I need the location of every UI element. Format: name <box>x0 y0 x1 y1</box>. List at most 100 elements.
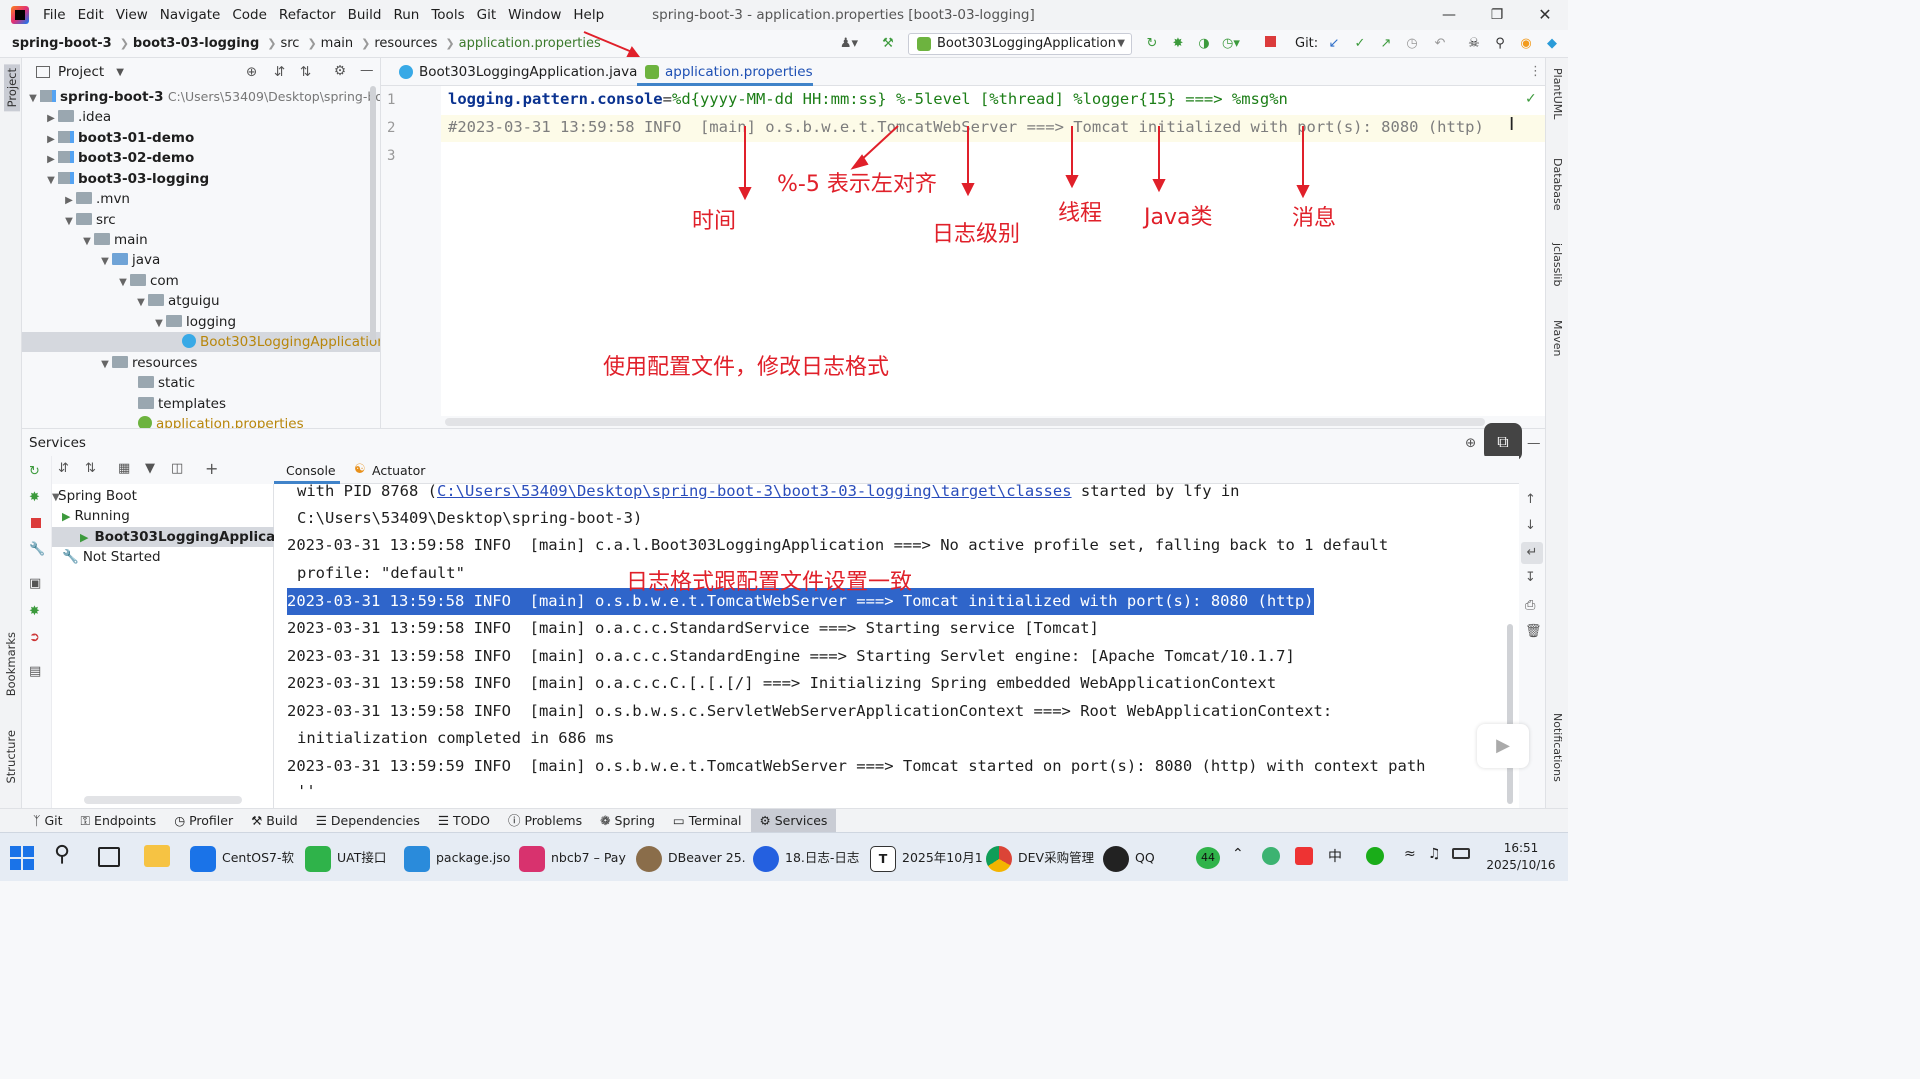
project-view-select[interactable]: Project <box>58 64 104 80</box>
notification-badge[interactable]: 44 <box>1196 847 1220 869</box>
tool-tab-endpoints[interactable]: ⚿ Endpoints <box>72 809 166 833</box>
menu-tools[interactable]: Tools <box>425 0 470 30</box>
debug-attach-icon[interactable]: ✸ <box>29 604 40 619</box>
tree-node-static[interactable]: static <box>22 373 380 393</box>
start-icon[interactable] <box>10 846 34 870</box>
play-video-icon[interactable]: ▶ <box>1477 724 1529 768</box>
new-tab-icon[interactable]: ◫ <box>171 461 183 476</box>
service-node-spring-boot[interactable]: ▼Spring Boot <box>52 486 137 506</box>
git-history-icon[interactable]: ◷ <box>1404 36 1420 52</box>
tab-console[interactable]: Console <box>286 463 336 478</box>
services-hscrollbar[interactable] <box>84 796 242 804</box>
locate-icon[interactable]: ⊕ <box>246 64 257 80</box>
add-icon[interactable]: + <box>205 459 218 478</box>
user-profile-icon[interactable]: ♟▾ <box>838 36 860 52</box>
classes-path-link[interactable]: C:\Users\53409\Desktop\spring-boot-3\boo… <box>437 484 1072 500</box>
service-node-app[interactable]: ▶ Boot303LoggingApplication <box>52 527 305 547</box>
menu-run[interactable]: Run <box>387 0 425 30</box>
breadcrumb-module[interactable]: boot3-03-logging <box>133 36 263 51</box>
exit-icon[interactable]: ➲ <box>29 630 40 645</box>
search-icon[interactable]: ⚲ <box>1492 36 1508 52</box>
breadcrumb-main[interactable]: main <box>321 36 357 51</box>
translate-icon[interactable]: ☠ <box>1466 36 1482 52</box>
tree-node-root[interactable]: ▼ spring-boot-3 C:\Users\53409\Desktop\sp… <box>22 87 380 107</box>
hide-icon[interactable]: — <box>360 62 374 78</box>
layout-icon[interactable]: ▤ <box>29 664 41 679</box>
wechat-icon[interactable] <box>1366 847 1384 865</box>
collapse-all-icon[interactable]: ⇅ <box>85 461 96 476</box>
console-output[interactable]: with PID 8768 (C:\Users\53409\Desktop\sp… <box>274 484 1519 808</box>
tab-main-class[interactable]: Boot303LoggingApplication.java ✕ <box>391 58 637 107</box>
chevron-up-icon[interactable]: ⌃ <box>1232 846 1244 862</box>
intellij-logo-icon[interactable] <box>11 6 29 24</box>
add-service-icon[interactable]: ⊕ <box>1465 429 1476 457</box>
database-tool-tab[interactable]: Database <box>1551 158 1564 211</box>
tree-node-idea[interactable]: ▶ .idea <box>22 107 380 127</box>
menu-window[interactable]: Window <box>502 0 567 30</box>
taskbar-app-qq[interactable]: QQ <box>1103 843 1155 873</box>
chevron-down-icon[interactable]: ▼ <box>116 67 124 78</box>
tray-app-icon[interactable] <box>1262 847 1280 865</box>
run-config-select[interactable]: Boot303LoggingApplication ▼ <box>908 33 1132 55</box>
bookmarks-tool-tab[interactable]: Bookmarks <box>4 632 18 696</box>
gear-icon[interactable]: ⚙ <box>334 63 346 79</box>
taskbar-app-browser[interactable]: 18.日志-日志 <box>753 843 859 873</box>
taskbar-app-chrome[interactable]: DEV采购管理 <box>986 843 1094 873</box>
tool-tab-services[interactable]: ⚙ Services <box>750 808 837 833</box>
tool-tab-build[interactable]: ⚒ Build <box>242 809 307 833</box>
wrench-icon[interactable]: 🔧 <box>29 542 45 557</box>
more-tabs-icon[interactable]: ⋮ <box>1529 64 1542 79</box>
wifi-icon[interactable]: ≈ <box>1404 846 1416 862</box>
service-node-not-started[interactable]: 🔧 Not Started <box>62 547 161 567</box>
taskbar-app-uat[interactable]: UAT接口 <box>305 843 386 873</box>
tree-node-demo2[interactable]: ▶ boot3-02-demo <box>22 148 380 168</box>
debug-icon[interactable]: ✸ <box>29 490 40 505</box>
search-icon[interactable]: ⚲ <box>54 842 70 867</box>
stop-icon[interactable] <box>31 518 41 528</box>
rerun-icon[interactable]: ↻ <box>29 464 40 479</box>
tab-properties[interactable]: application.properties ✕ <box>637 58 813 107</box>
menu-view[interactable]: View <box>110 0 154 30</box>
volume-icon[interactable]: ♫ <box>1428 846 1441 862</box>
console-scrollbar[interactable] <box>1507 624 1513 804</box>
trash-icon[interactable]: 🗑 <box>1525 624 1542 639</box>
tree-node-mvn[interactable]: ▶ .mvn <box>22 189 380 209</box>
plugin-icon[interactable]: ◆ <box>1544 36 1560 52</box>
soft-wrap-icon[interactable]: ↵ <box>1521 542 1543 564</box>
expand-all-icon[interactable]: ⇵ <box>274 64 285 80</box>
tool-tab-profiler[interactable]: ◷ Profiler <box>165 809 242 833</box>
restore-icon[interactable]: ❐ <box>1474 0 1520 30</box>
git-commit-icon[interactable]: ✓ <box>1352 36 1368 52</box>
collapse-all-icon[interactable]: ⇅ <box>300 64 311 80</box>
taskbar-app-centos[interactable]: CentOS7-软 <box>190 843 294 873</box>
menu-file[interactable]: File <box>37 0 72 30</box>
tool-tab-git[interactable]: ᛉ Git <box>24 809 72 833</box>
breadcrumb-src[interactable]: src <box>280 36 303 51</box>
editor-hscrollbar[interactable] <box>445 418 1485 426</box>
menu-code[interactable]: Code <box>226 0 273 30</box>
git-rollback-icon[interactable]: ↶ <box>1432 36 1448 52</box>
menu-build[interactable]: Build <box>342 0 388 30</box>
camera-icon[interactable]: ▣ <box>29 576 41 591</box>
menu-navigate[interactable]: Navigate <box>154 0 227 30</box>
code-editor[interactable]: logging.pattern.console=%d{yyyy-MM-dd HH… <box>441 86 1545 426</box>
tool-tab-spring[interactable]: ❁ Spring <box>591 809 664 833</box>
project-tool-tab[interactable]: Project <box>4 64 20 112</box>
tree-node-atguigu[interactable]: ▼ atguigu <box>22 291 380 311</box>
menu-refactor[interactable]: Refactor <box>273 0 342 30</box>
menu-git[interactable]: Git <box>471 0 503 30</box>
close-icon[interactable]: ✕ <box>1522 0 1568 30</box>
group-icon[interactable]: ▦ <box>118 461 130 476</box>
filter-icon[interactable]: ▼ <box>145 461 155 476</box>
tool-tab-terminal[interactable]: ▭ Terminal <box>664 809 751 833</box>
debug-icon[interactable]: ✸ <box>1170 36 1186 52</box>
tree-node-resources[interactable]: ▼ resources <box>22 353 380 373</box>
taskbar-app-typora[interactable]: T 2025年10月1 <box>870 843 983 873</box>
arrow-down-icon[interactable]: ↓ <box>1525 518 1536 533</box>
menu-edit[interactable]: Edit <box>72 0 110 30</box>
stop-icon[interactable] <box>1262 36 1278 52</box>
jclasslib-tool-tab[interactable]: jclasslib <box>1551 243 1564 286</box>
task-view-icon[interactable] <box>98 847 120 867</box>
taskbar-app-intellij[interactable]: nbcb7 – Pay <box>519 843 626 873</box>
tree-node-main-class[interactable]: Boot303LoggingApplication <box>22 332 380 352</box>
